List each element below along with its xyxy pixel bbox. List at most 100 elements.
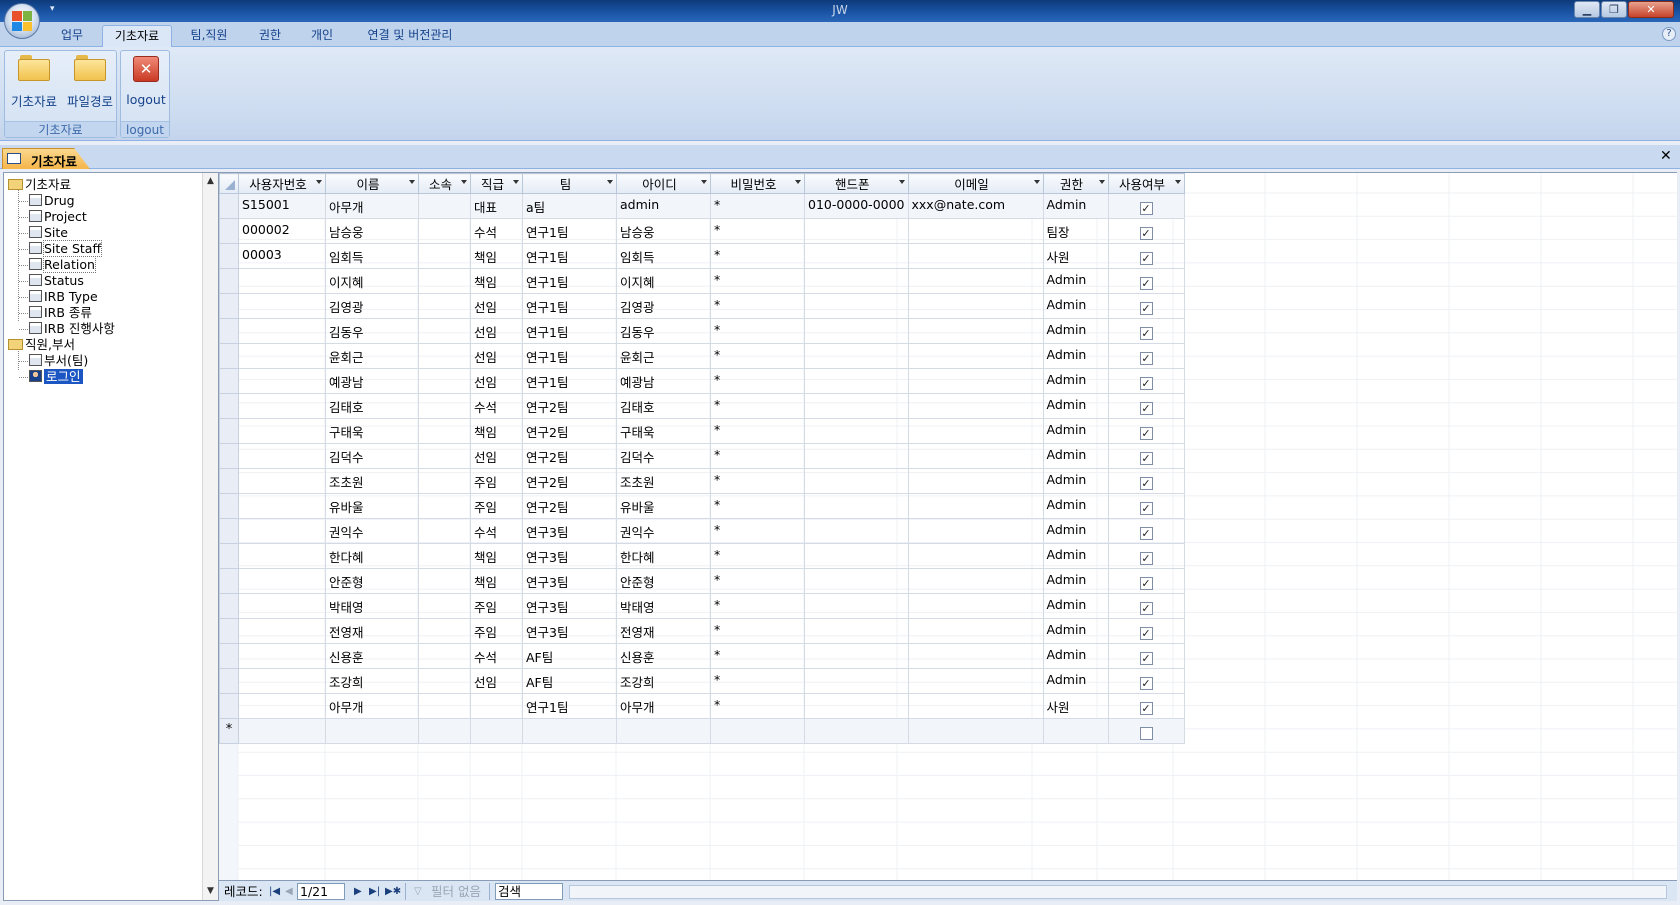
row-selector[interactable]	[219, 443, 239, 469]
table-cell[interactable]	[418, 243, 471, 269]
table-cell[interactable]: 사원	[1042, 243, 1109, 269]
table-cell[interactable]	[907, 693, 1044, 719]
table-cell[interactable]: 책임	[470, 243, 523, 269]
table-cell[interactable]: 010-0000-0000	[804, 193, 909, 219]
table-row[interactable]: S15001 아무개 대표 a팀 admin * 010-0000-0000 xxx@nate…	[219, 193, 1185, 219]
table-row[interactable]: 00003 임회득 책임 연구1팀 임회득 * 사원 ✓	[219, 243, 1185, 269]
table-cell[interactable]: *	[710, 218, 805, 244]
previous-record-icon[interactable]: ◀	[285, 884, 293, 899]
table-cell[interactable]: 연구3팀	[522, 593, 617, 619]
table-row[interactable]: 유바울 주임 연구2팀 유바울 * Admin ✓	[219, 493, 1185, 519]
table-cell[interactable]: ✓	[1107, 643, 1185, 669]
table-row[interactable]: 예광남 선임 연구1팀 예광남 * Admin ✓	[219, 368, 1185, 394]
table-cell[interactable]	[804, 618, 909, 644]
table-cell[interactable]: *	[710, 693, 805, 719]
table-cell[interactable]: Admin	[1042, 193, 1109, 219]
column-header[interactable]: 비밀번호	[710, 173, 805, 194]
column-header[interactable]: 권한	[1042, 173, 1109, 194]
table-row[interactable]: 아무개 연구1팀 아무개 * 사원 ✓	[219, 693, 1185, 719]
active-checkbox[interactable]: ✓	[1139, 527, 1153, 540]
table-cell[interactable]: 00003	[238, 243, 326, 269]
table-cell[interactable]: Admin	[1042, 418, 1109, 444]
table-cell[interactable]	[325, 718, 419, 744]
table-cell[interactable]: 주임	[470, 593, 523, 619]
column-filter-dropdown-icon[interactable]	[607, 180, 613, 184]
active-checkbox[interactable]: ✓	[1139, 702, 1153, 715]
table-cell[interactable]: 한다혜	[616, 543, 711, 569]
table-cell[interactable]	[418, 718, 471, 744]
tab-basic-data[interactable]: 기초자료	[102, 25, 172, 47]
table-cell[interactable]: 구태욱	[325, 418, 419, 444]
table-cell[interactable]: 연구1팀	[522, 318, 617, 344]
row-selector[interactable]	[219, 693, 239, 719]
active-checkbox[interactable]: ✓	[1139, 677, 1153, 690]
table-cell[interactable]: ✓	[1107, 493, 1185, 519]
table-cell[interactable]: 조강희	[325, 668, 419, 694]
table-cell[interactable]	[418, 418, 471, 444]
table-cell[interactable]: 책임	[470, 568, 523, 594]
table-cell[interactable]	[804, 218, 909, 244]
table-cell[interactable]	[804, 693, 909, 719]
active-checkbox[interactable]: ✓	[1139, 602, 1153, 615]
table-cell[interactable]	[418, 293, 471, 319]
table-cell[interactable]	[238, 518, 326, 544]
table-cell[interactable]: 유바울	[616, 493, 711, 519]
select-all-corner[interactable]	[219, 173, 239, 194]
table-cell[interactable]: ✓	[1107, 268, 1185, 294]
table-cell[interactable]: 연구1팀	[522, 343, 617, 369]
column-filter-dropdown-icon[interactable]	[409, 180, 415, 184]
table-cell[interactable]	[470, 718, 523, 744]
table-cell[interactable]: 선임	[470, 668, 523, 694]
table-cell[interactable]: 구태욱	[616, 418, 711, 444]
table-cell[interactable]: *	[710, 318, 805, 344]
table-cell[interactable]: *	[710, 418, 805, 444]
table-cell[interactable]	[418, 593, 471, 619]
table-cell[interactable]	[907, 568, 1044, 594]
table-cell[interactable]	[238, 543, 326, 569]
table-cell[interactable]: *	[710, 518, 805, 544]
table-cell[interactable]: *	[710, 668, 805, 694]
close-document-icon[interactable]: ✕	[1660, 148, 1672, 164]
table-cell[interactable]: a팀	[522, 193, 617, 219]
table-cell[interactable]	[238, 368, 326, 394]
table-cell[interactable]	[418, 268, 471, 294]
table-row[interactable]: 김덕수 선임 연구2팀 김덕수 * Admin ✓	[219, 443, 1185, 469]
table-cell[interactable]: 안준형	[616, 568, 711, 594]
table-cell[interactable]	[238, 443, 326, 469]
column-filter-dropdown-icon[interactable]	[513, 180, 519, 184]
table-cell[interactable]	[418, 393, 471, 419]
table-cell[interactable]: *	[710, 343, 805, 369]
active-checkbox[interactable]: ✓	[1139, 402, 1153, 415]
table-cell[interactable]	[804, 318, 909, 344]
table-cell[interactable]: ✓	[1107, 443, 1185, 469]
table-cell[interactable]: 팀장	[1042, 218, 1109, 244]
table-cell[interactable]: 예광남	[325, 368, 419, 394]
row-selector[interactable]	[219, 618, 239, 644]
tree-node-irb-type[interactable]: IRB Type	[29, 289, 98, 305]
table-cell[interactable]	[804, 518, 909, 544]
table-cell[interactable]: 연구3팀	[522, 543, 617, 569]
column-header[interactable]: 이메일	[907, 173, 1044, 194]
restore-button[interactable]: ❐	[1601, 1, 1627, 18]
active-checkbox[interactable]: ✓	[1139, 227, 1153, 240]
table-row[interactable]: 000002 남승웅 수석 연구1팀 남승웅 * 팀장 ✓	[219, 218, 1185, 244]
table-cell[interactable]	[804, 493, 909, 519]
column-filter-dropdown-icon[interactable]	[316, 180, 322, 184]
table-row[interactable]: 김영광 선임 연구1팀 김영광 * Admin ✓	[219, 293, 1185, 319]
table-cell[interactable]: *	[710, 393, 805, 419]
table-cell[interactable]: ✓	[1107, 518, 1185, 544]
table-cell[interactable]: 김태호	[325, 393, 419, 419]
table-cell[interactable]	[804, 393, 909, 419]
table-cell[interactable]: 안준형	[325, 568, 419, 594]
column-filter-dropdown-icon[interactable]	[898, 180, 905, 184]
table-cell[interactable]	[238, 418, 326, 444]
tree-node-site-staff[interactable]: Site Staff	[29, 240, 103, 257]
scroll-down-icon[interactable]: ▼	[203, 884, 218, 899]
table-cell[interactable]	[907, 643, 1044, 669]
tab-work[interactable]: 업무	[52, 25, 92, 47]
table-cell[interactable]: 주임	[470, 493, 523, 519]
next-record-icon[interactable]: ▶	[354, 884, 362, 899]
row-selector[interactable]	[219, 193, 239, 219]
table-cell[interactable]: *	[710, 643, 805, 669]
active-checkbox[interactable]: ✓	[1139, 477, 1153, 490]
